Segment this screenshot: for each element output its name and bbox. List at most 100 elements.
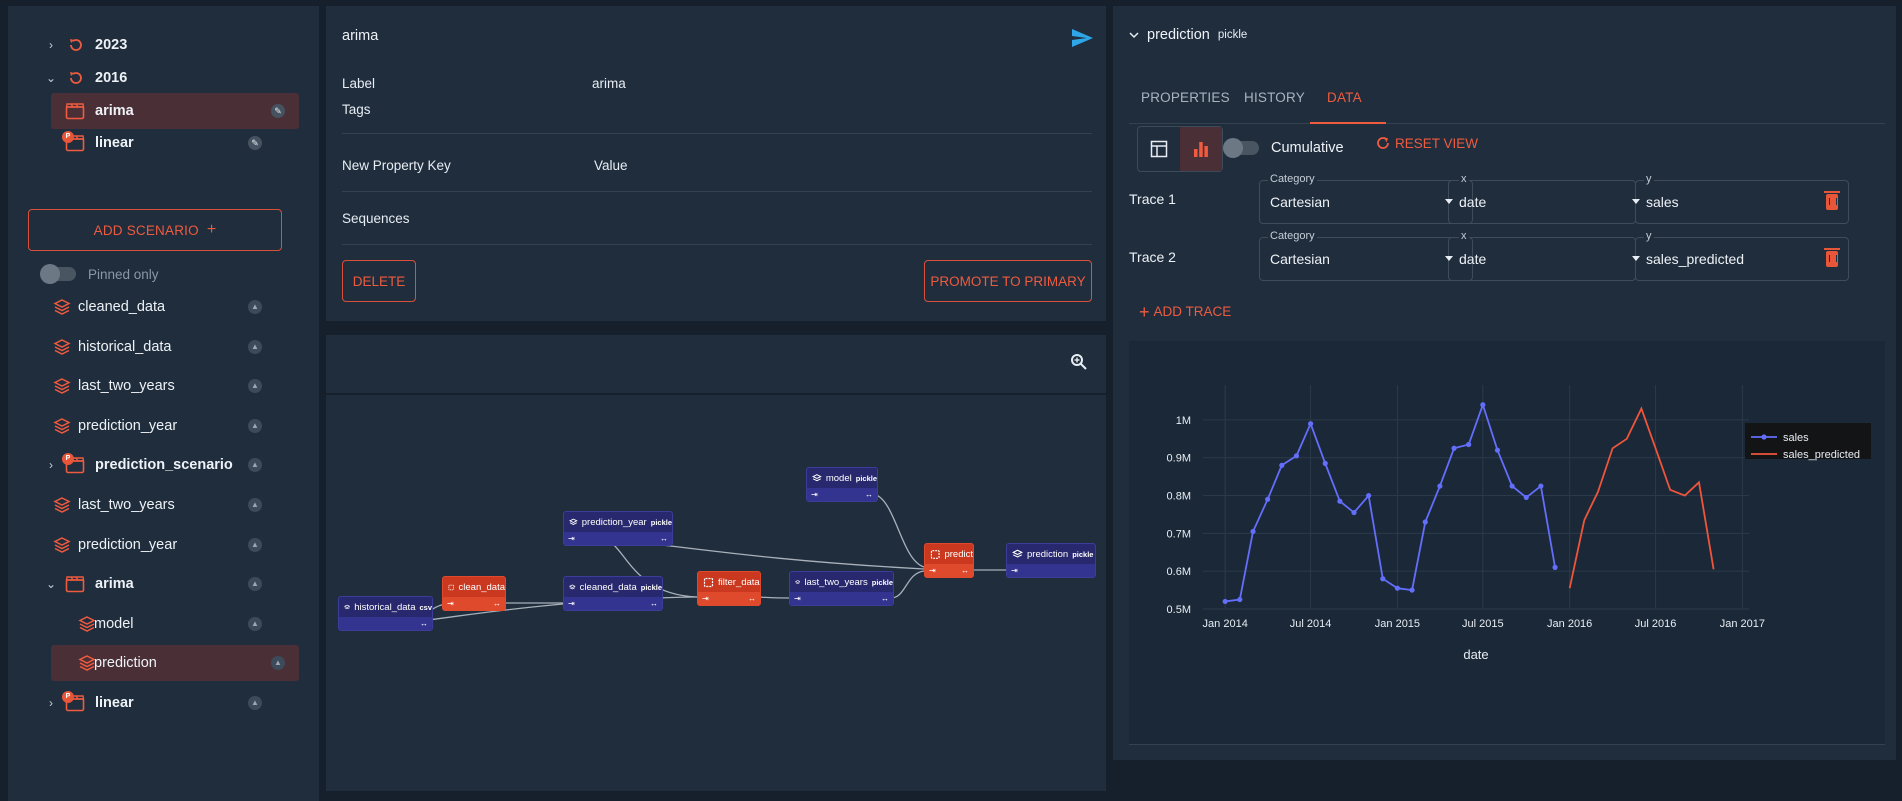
sidebar-item-label: historical_data — [78, 339, 172, 355]
new-property-value-input[interactable]: Value — [594, 158, 628, 173]
data-point — [1494, 447, 1501, 453]
pin-icon[interactable]: ▲ — [248, 498, 262, 512]
sidebar-item-label: cleaned_data — [78, 299, 166, 315]
chevron-right-icon[interactable]: › — [44, 696, 58, 710]
dag-node-cleaned_data[interactable]: cleaned_data pickle ⇥ ↔ — [563, 576, 663, 611]
pin-icon[interactable]: ▲ — [248, 458, 262, 472]
data-point — [1250, 528, 1256, 535]
sidebar-item-last_two_years[interactable]: last_two_years ▲ — [8, 368, 319, 404]
pin-icon[interactable]: ▲ — [248, 379, 262, 393]
pin-icon[interactable]: ▲ — [248, 617, 262, 631]
tab-data[interactable]: DATA — [1327, 90, 1362, 105]
chevron-down-icon[interactable]: ⌄ — [44, 577, 58, 591]
sidebar-item-prediction[interactable]: prediction ▲ — [51, 645, 299, 681]
data-point — [1380, 576, 1386, 582]
pin-icon[interactable]: ▲ — [248, 696, 262, 710]
dag-node-label: predict — [944, 548, 973, 560]
trace-1-x-select[interactable]: x date — [1445, 173, 1636, 224]
datanode-header[interactable]: prediction pickle — [1129, 27, 1247, 43]
sidebar-item-linear[interactable]: › Plinear ▲ — [8, 685, 319, 721]
dag-node-predict[interactable]: predict ⇥ ↔ — [924, 543, 974, 578]
pin-icon[interactable]: ▲ — [248, 419, 262, 433]
sidebar-item-arima[interactable]: ⌄ arima ▲ — [8, 566, 319, 602]
delete-button[interactable]: DELETE — [342, 260, 416, 302]
datanode-layers-icon — [53, 377, 71, 395]
sidebar-item-prediction_scenario[interactable]: › Pprediction_scenario ▲ — [8, 447, 319, 483]
sidebar-item-cleaned_data[interactable]: cleaned_data ▲ — [8, 289, 319, 325]
dag-node-last_two_years[interactable]: last_two_years pickle ⇥ ↔ — [789, 571, 894, 606]
series-line-sales_predicted — [1568, 406, 1715, 589]
input-port-icon: ⇥ — [811, 490, 818, 499]
dag-node-filter_data[interactable]: filter_data ⇥ ↔ — [697, 571, 761, 606]
sidebar-item-historical_data[interactable]: historical_data ▲ — [8, 329, 319, 365]
promote-to-primary-button[interactable]: PROMOTE TO PRIMARY — [924, 260, 1092, 302]
line-chart[interactable]: 0.5M 0.6M 0.7M 0.8M 0.9M 1M Jan 2014 Jul 2014 Ja… — [1129, 341, 1885, 745]
pinned-only-switch[interactable] — [40, 264, 76, 284]
pin-icon[interactable]: ▲ — [248, 538, 262, 552]
add-trace-button[interactable]: + ADD TRACE — [1139, 303, 1231, 321]
sidebar-item-last_two_years[interactable]: last_two_years ▲ — [8, 487, 319, 523]
dag-node-model[interactable]: model pickle ⇥ ↔ — [806, 467, 878, 502]
sidebar-item-label: last_two_years — [78, 378, 175, 394]
chevron-right-icon[interactable]: › — [44, 458, 58, 472]
trace-1-y-select[interactable]: y sales — [1632, 173, 1849, 224]
pin-icon[interactable]: ▲ — [248, 340, 262, 354]
cumulative-toggle[interactable]: Cumulative — [1223, 138, 1344, 158]
tree-item-2016[interactable]: ⌄ 2016 — [8, 60, 319, 96]
cumulative-switch[interactable] — [1223, 138, 1259, 158]
chart-view-button[interactable] — [1180, 127, 1222, 171]
dag-node-prediction_year[interactable]: prediction_year pickle ⇥ ↔ — [563, 511, 673, 546]
output-port-icon: ↔ — [865, 490, 873, 499]
sidebar-item-prediction_year[interactable]: prediction_year ▲ — [8, 408, 319, 444]
chevron-right-icon[interactable]: › — [44, 38, 58, 52]
tree-item-arima[interactable]: arima ✎ — [51, 93, 299, 129]
label-value[interactable]: arima — [592, 76, 626, 91]
new-property-key-input[interactable]: New Property Key — [342, 158, 451, 173]
input-port-icon: ⇥ — [568, 599, 575, 608]
dag-node-clean_data[interactable]: clean_data ⇥ ↔ — [442, 576, 506, 611]
sidebar-item-label: last_two_years — [78, 497, 175, 513]
tab-properties[interactable]: PROPERTIES — [1141, 90, 1230, 105]
table-view-button[interactable] — [1138, 127, 1180, 171]
trace-1-category-select[interactable]: Category Cartesian — [1259, 173, 1473, 224]
plus-icon: + — [206, 221, 217, 238]
reset-view-button[interactable]: RESET VIEW — [1375, 135, 1478, 151]
pin-icon[interactable]: ▲ — [271, 656, 285, 670]
tree-item-linear[interactable]: Plinear ✎ — [8, 125, 319, 161]
primary-badge-icon: P — [62, 453, 74, 465]
chart-container[interactable]: 0.5M 0.6M 0.7M 0.8M 0.9M 1M Jan 2014 Jul 2014 Ja… — [1129, 341, 1885, 745]
sidebar-item-model[interactable]: model ▲ — [8, 606, 319, 642]
send-icon[interactable] — [1070, 26, 1094, 50]
trace-2-category-select[interactable]: Category Cartesian — [1259, 230, 1473, 281]
sequences-label[interactable]: Sequences — [342, 211, 410, 226]
edit-icon[interactable]: ✎ — [271, 104, 285, 118]
chevron-down-icon[interactable]: ⌄ — [44, 71, 58, 85]
tree-item-2023[interactable]: › 2023 — [8, 27, 319, 63]
add-scenario-button[interactable]: ADD SCENARIO + — [28, 209, 282, 251]
datanode-layers-icon — [812, 473, 822, 481]
scenario-icon — [65, 575, 85, 593]
trace-2-y-select[interactable]: y sales_predicted — [1632, 230, 1849, 281]
pin-icon[interactable]: ▲ — [248, 300, 262, 314]
pin-icon[interactable]: ▲ — [248, 577, 262, 591]
pinned-only-toggle[interactable]: Pinned only — [40, 264, 159, 284]
input-port-icon: ⇥ — [1011, 566, 1018, 575]
delete-trace-icon[interactable] — [1824, 248, 1840, 267]
dag-node-prediction[interactable]: prediction pickle ⇥ — [1006, 543, 1096, 578]
dag-node-historical_data[interactable]: historical_data csv ↔ — [338, 596, 433, 631]
pinned-only-label: Pinned only — [88, 266, 159, 282]
input-port-icon: ⇥ — [702, 594, 709, 603]
output-port-icon: ↔ — [660, 534, 668, 543]
y-tick-label: 0.9M — [1167, 453, 1191, 465]
delete-trace-icon[interactable] — [1824, 191, 1840, 210]
sidebar-item-prediction_year[interactable]: prediction_year ▲ — [8, 527, 319, 563]
y-legend: y — [1644, 230, 1654, 242]
tab-history[interactable]: HISTORY — [1244, 90, 1305, 105]
trace-2-x-select[interactable]: x date — [1445, 230, 1636, 281]
zoom-icon[interactable] — [1070, 353, 1088, 371]
data-point — [1409, 587, 1415, 593]
sidebar-item-label: prediction — [94, 655, 157, 671]
chevron-down-icon[interactable] — [1129, 30, 1139, 40]
edit-icon[interactable]: ✎ — [248, 136, 262, 150]
scenario-dag[interactable]: historical_data csv ↔ clean_data ⇥ ↔ cleaned_d… — [326, 395, 1106, 791]
